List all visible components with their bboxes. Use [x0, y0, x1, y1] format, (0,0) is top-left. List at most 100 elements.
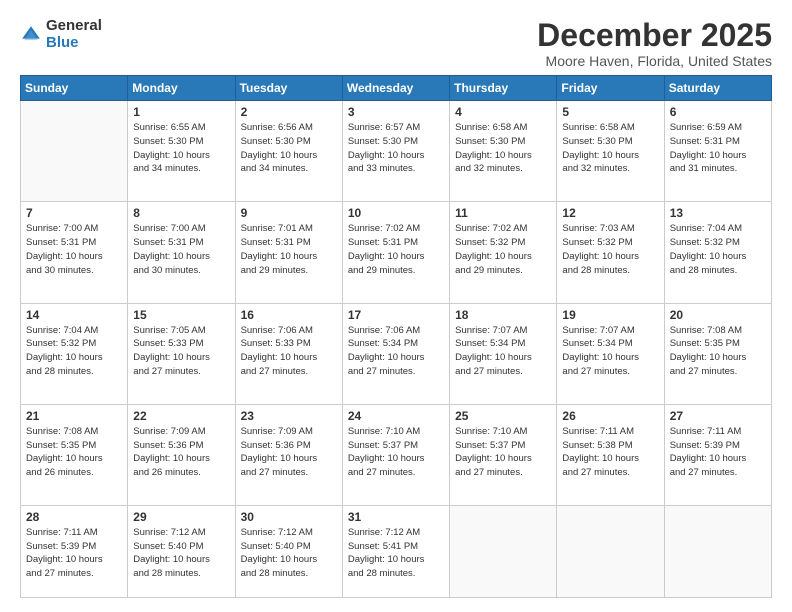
- date-number: 22: [133, 409, 229, 423]
- title-section: December 2025 Moore Haven, Florida, Unit…: [537, 18, 772, 69]
- header: General Blue December 2025 Moore Haven, …: [20, 18, 772, 69]
- cell-content: Sunrise: 7:11 AM Sunset: 5:39 PM Dayligh…: [670, 425, 766, 480]
- table-row: 23 Sunrise: 7:09 AM Sunset: 5:36 PM Dayli…: [235, 404, 342, 505]
- date-number: 17: [348, 308, 444, 322]
- table-row: 7 Sunrise: 7:00 AM Sunset: 5:31 PM Daylig…: [21, 202, 128, 303]
- table-row: 14 Sunrise: 7:04 AM Sunset: 5:32 PM Dayli…: [21, 303, 128, 404]
- cell-content: Sunrise: 7:01 AM Sunset: 5:31 PM Dayligh…: [241, 222, 337, 277]
- table-row: 22 Sunrise: 7:09 AM Sunset: 5:36 PM Dayli…: [128, 404, 235, 505]
- cell-content: Sunrise: 7:10 AM Sunset: 5:37 PM Dayligh…: [348, 425, 444, 480]
- table-row: 26 Sunrise: 7:11 AM Sunset: 5:38 PM Dayli…: [557, 404, 664, 505]
- date-number: 3: [348, 105, 444, 119]
- table-row: 9 Sunrise: 7:01 AM Sunset: 5:31 PM Daylig…: [235, 202, 342, 303]
- date-number: 25: [455, 409, 551, 423]
- date-number: 1: [133, 105, 229, 119]
- date-number: 2: [241, 105, 337, 119]
- date-number: 9: [241, 206, 337, 220]
- table-row: 24 Sunrise: 7:10 AM Sunset: 5:37 PM Dayli…: [342, 404, 449, 505]
- page-title: December 2025: [537, 18, 772, 53]
- date-number: 30: [241, 510, 337, 524]
- cell-content: Sunrise: 7:00 AM Sunset: 5:31 PM Dayligh…: [133, 222, 229, 277]
- table-row: [557, 505, 664, 597]
- date-number: 29: [133, 510, 229, 524]
- col-wednesday: Wednesday: [342, 76, 449, 101]
- cell-content: Sunrise: 7:04 AM Sunset: 5:32 PM Dayligh…: [670, 222, 766, 277]
- date-number: 19: [562, 308, 658, 322]
- cell-content: Sunrise: 7:12 AM Sunset: 5:40 PM Dayligh…: [133, 526, 229, 581]
- date-number: 14: [26, 308, 122, 322]
- col-friday: Friday: [557, 76, 664, 101]
- logo-blue-text: Blue: [46, 35, 102, 52]
- table-row: 21 Sunrise: 7:08 AM Sunset: 5:35 PM Dayli…: [21, 404, 128, 505]
- cell-content: Sunrise: 7:11 AM Sunset: 5:38 PM Dayligh…: [562, 425, 658, 480]
- cell-content: Sunrise: 7:03 AM Sunset: 5:32 PM Dayligh…: [562, 222, 658, 277]
- table-row: 10 Sunrise: 7:02 AM Sunset: 5:31 PM Dayli…: [342, 202, 449, 303]
- table-row: 2 Sunrise: 6:56 AM Sunset: 5:30 PM Daylig…: [235, 101, 342, 202]
- table-row: 12 Sunrise: 7:03 AM Sunset: 5:32 PM Dayli…: [557, 202, 664, 303]
- date-number: 8: [133, 206, 229, 220]
- cell-content: Sunrise: 7:07 AM Sunset: 5:34 PM Dayligh…: [562, 324, 658, 379]
- table-row: 15 Sunrise: 7:05 AM Sunset: 5:33 PM Dayli…: [128, 303, 235, 404]
- date-number: 18: [455, 308, 551, 322]
- table-row: 13Sunrise: 7:04 AM Sunset: 5:32 PM Dayli…: [664, 202, 771, 303]
- date-number: 11: [455, 206, 551, 220]
- table-row: 6 Sunrise: 6:59 AM Sunset: 5:31 PM Daylig…: [664, 101, 771, 202]
- logo: General Blue: [20, 18, 102, 51]
- cell-content: Sunrise: 6:58 AM Sunset: 5:30 PM Dayligh…: [562, 121, 658, 176]
- cell-content: Sunrise: 7:04 AM Sunset: 5:32 PM Dayligh…: [26, 324, 122, 379]
- date-number: 31: [348, 510, 444, 524]
- table-row: 29 Sunrise: 7:12 AM Sunset: 5:40 PM Dayli…: [128, 505, 235, 597]
- cell-content: Sunrise: 6:56 AM Sunset: 5:30 PM Dayligh…: [241, 121, 337, 176]
- table-row: [21, 101, 128, 202]
- date-number: 26: [562, 409, 658, 423]
- table-row: [664, 505, 771, 597]
- cell-content: Sunrise: 7:08 AM Sunset: 5:35 PM Dayligh…: [26, 425, 122, 480]
- date-number: 24: [348, 409, 444, 423]
- cell-content: Sunrise: 7:09 AM Sunset: 5:36 PM Dayligh…: [133, 425, 229, 480]
- date-number: 21: [26, 409, 122, 423]
- date-number: 10: [348, 206, 444, 220]
- date-number: 6: [670, 105, 766, 119]
- table-row: 11 Sunrise: 7:02 AM Sunset: 5:32 PM Dayli…: [450, 202, 557, 303]
- logo-general-text: General: [46, 18, 102, 35]
- table-row: [450, 505, 557, 597]
- page-subtitle: Moore Haven, Florida, United States: [537, 53, 772, 69]
- table-row: 31 Sunrise: 7:12 AM Sunset: 5:41 PM Dayli…: [342, 505, 449, 597]
- date-number: 5: [562, 105, 658, 119]
- date-number: 27: [670, 409, 766, 423]
- date-number: 20: [670, 308, 766, 322]
- table-row: 27 Sunrise: 7:11 AM Sunset: 5:39 PM Dayli…: [664, 404, 771, 505]
- date-number: 7: [26, 206, 122, 220]
- cell-content: Sunrise: 7:12 AM Sunset: 5:40 PM Dayligh…: [241, 526, 337, 581]
- cell-content: Sunrise: 6:58 AM Sunset: 5:30 PM Dayligh…: [455, 121, 551, 176]
- calendar-header-row: Sunday Monday Tuesday Wednesday Thursday…: [21, 76, 772, 101]
- col-sunday: Sunday: [21, 76, 128, 101]
- cell-content: Sunrise: 7:07 AM Sunset: 5:34 PM Dayligh…: [455, 324, 551, 379]
- col-saturday: Saturday: [664, 76, 771, 101]
- table-row: 19 Sunrise: 7:07 AM Sunset: 5:34 PM Dayli…: [557, 303, 664, 404]
- table-row: 18 Sunrise: 7:07 AM Sunset: 5:34 PM Dayli…: [450, 303, 557, 404]
- date-number: 15: [133, 308, 229, 322]
- cell-content: Sunrise: 7:09 AM Sunset: 5:36 PM Dayligh…: [241, 425, 337, 480]
- cell-content: Sunrise: 6:59 AM Sunset: 5:31 PM Dayligh…: [670, 121, 766, 176]
- cell-content: Sunrise: 7:02 AM Sunset: 5:31 PM Dayligh…: [348, 222, 444, 277]
- cell-content: Sunrise: 7:12 AM Sunset: 5:41 PM Dayligh…: [348, 526, 444, 581]
- cell-content: Sunrise: 7:10 AM Sunset: 5:37 PM Dayligh…: [455, 425, 551, 480]
- col-thursday: Thursday: [450, 76, 557, 101]
- cell-content: Sunrise: 6:57 AM Sunset: 5:30 PM Dayligh…: [348, 121, 444, 176]
- table-row: 30 Sunrise: 7:12 AM Sunset: 5:40 PM Dayli…: [235, 505, 342, 597]
- table-row: 4Sunrise: 6:58 AM Sunset: 5:30 PM Daylig…: [450, 101, 557, 202]
- cell-content: Sunrise: 7:08 AM Sunset: 5:35 PM Dayligh…: [670, 324, 766, 379]
- cell-content: Sunrise: 7:02 AM Sunset: 5:32 PM Dayligh…: [455, 222, 551, 277]
- table-row: 1 Sunrise: 6:55 AM Sunset: 5:30 PM Daylig…: [128, 101, 235, 202]
- cell-content: Sunrise: 6:55 AM Sunset: 5:30 PM Dayligh…: [133, 121, 229, 176]
- date-number: 12: [562, 206, 658, 220]
- date-number: 23: [241, 409, 337, 423]
- cell-content: Sunrise: 7:06 AM Sunset: 5:33 PM Dayligh…: [241, 324, 337, 379]
- cell-content: Sunrise: 7:05 AM Sunset: 5:33 PM Dayligh…: [133, 324, 229, 379]
- date-number: 28: [26, 510, 122, 524]
- cell-content: Sunrise: 7:00 AM Sunset: 5:31 PM Dayligh…: [26, 222, 122, 277]
- table-row: 25 Sunrise: 7:10 AM Sunset: 5:37 PM Dayli…: [450, 404, 557, 505]
- cell-content: Sunrise: 7:11 AM Sunset: 5:39 PM Dayligh…: [26, 526, 122, 581]
- date-number: 16: [241, 308, 337, 322]
